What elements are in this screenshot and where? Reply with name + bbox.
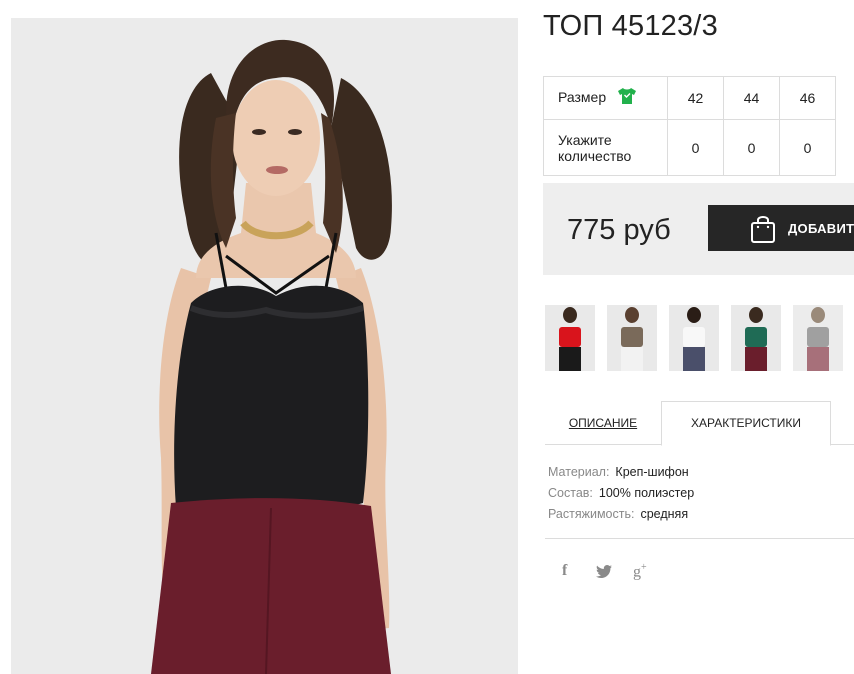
quantity-label-line1: Укажите: [558, 131, 612, 148]
size-label: Размер: [558, 89, 607, 106]
quantity-input-42[interactable]: 0: [667, 119, 724, 176]
price: 775 руб: [567, 214, 671, 246]
spec-value: 100% полиэстер: [598, 486, 695, 500]
thumbnail-variant-grey[interactable]: [793, 305, 843, 371]
spec-key: Растяжимость:: [548, 507, 635, 521]
google-plus-icon[interactable]: g+: [633, 562, 647, 581]
thumbnail-variant-mocha[interactable]: [607, 305, 657, 371]
product-title: ТОП 45123/3: [543, 10, 718, 42]
spec-value: Креп-шифон: [615, 465, 689, 479]
spec-key: Состав:: [548, 486, 593, 500]
shopping-bag-icon: [750, 214, 776, 247]
characteristics-list: Материал: Креп-шифон Состав: 100% полиэсте…: [548, 462, 694, 525]
add-to-cart-button[interactable]: ДОБАВИТЬ: [708, 205, 854, 251]
size-chart-icon[interactable]: [618, 87, 637, 107]
tab-characteristics[interactable]: ХАРАКТЕРИСТИКИ: [661, 401, 831, 446]
size-label-cell: Размер: [543, 76, 668, 120]
spec-row-stretch: Растяжимость: средняя: [548, 504, 694, 525]
divider: [545, 538, 854, 539]
thumbnail-variant-white[interactable]: [669, 305, 719, 371]
quantity-label-cell: Укажите количество: [543, 119, 668, 176]
price-box: 775 руб ДОБАВИТЬ: [543, 183, 854, 275]
spec-row-material: Материал: Креп-шифон: [548, 462, 694, 483]
twitter-icon[interactable]: [596, 565, 612, 582]
size-quantity-table: Размер 42 44 46 Укажите количество 0 0 0: [543, 76, 836, 176]
size-option-44[interactable]: 44: [723, 76, 780, 120]
quantity-input-44[interactable]: 0: [723, 119, 780, 176]
thumbnail-variant-red[interactable]: [545, 305, 595, 371]
facebook-icon[interactable]: f: [562, 562, 567, 580]
thumbnail-variant-green[interactable]: [731, 305, 781, 371]
product-main-image[interactable]: [11, 18, 518, 674]
tab-description[interactable]: ОПИСАНИЕ: [545, 401, 661, 445]
quantity-input-46[interactable]: 0: [779, 119, 836, 176]
size-option-46[interactable]: 46: [779, 76, 836, 120]
add-to-cart-label: ДОБАВИТЬ: [788, 221, 854, 236]
product-info-tabs: ОПИСАНИЕ ХАРАКТЕРИСТИКИ: [545, 401, 854, 446]
spec-value: средняя: [640, 507, 689, 521]
quantity-label-line2: количество: [558, 147, 632, 164]
size-option-42[interactable]: 42: [667, 76, 724, 120]
spec-key: Материал:: [548, 465, 610, 479]
spec-row-composition: Состав: 100% полиэстер: [548, 483, 694, 504]
